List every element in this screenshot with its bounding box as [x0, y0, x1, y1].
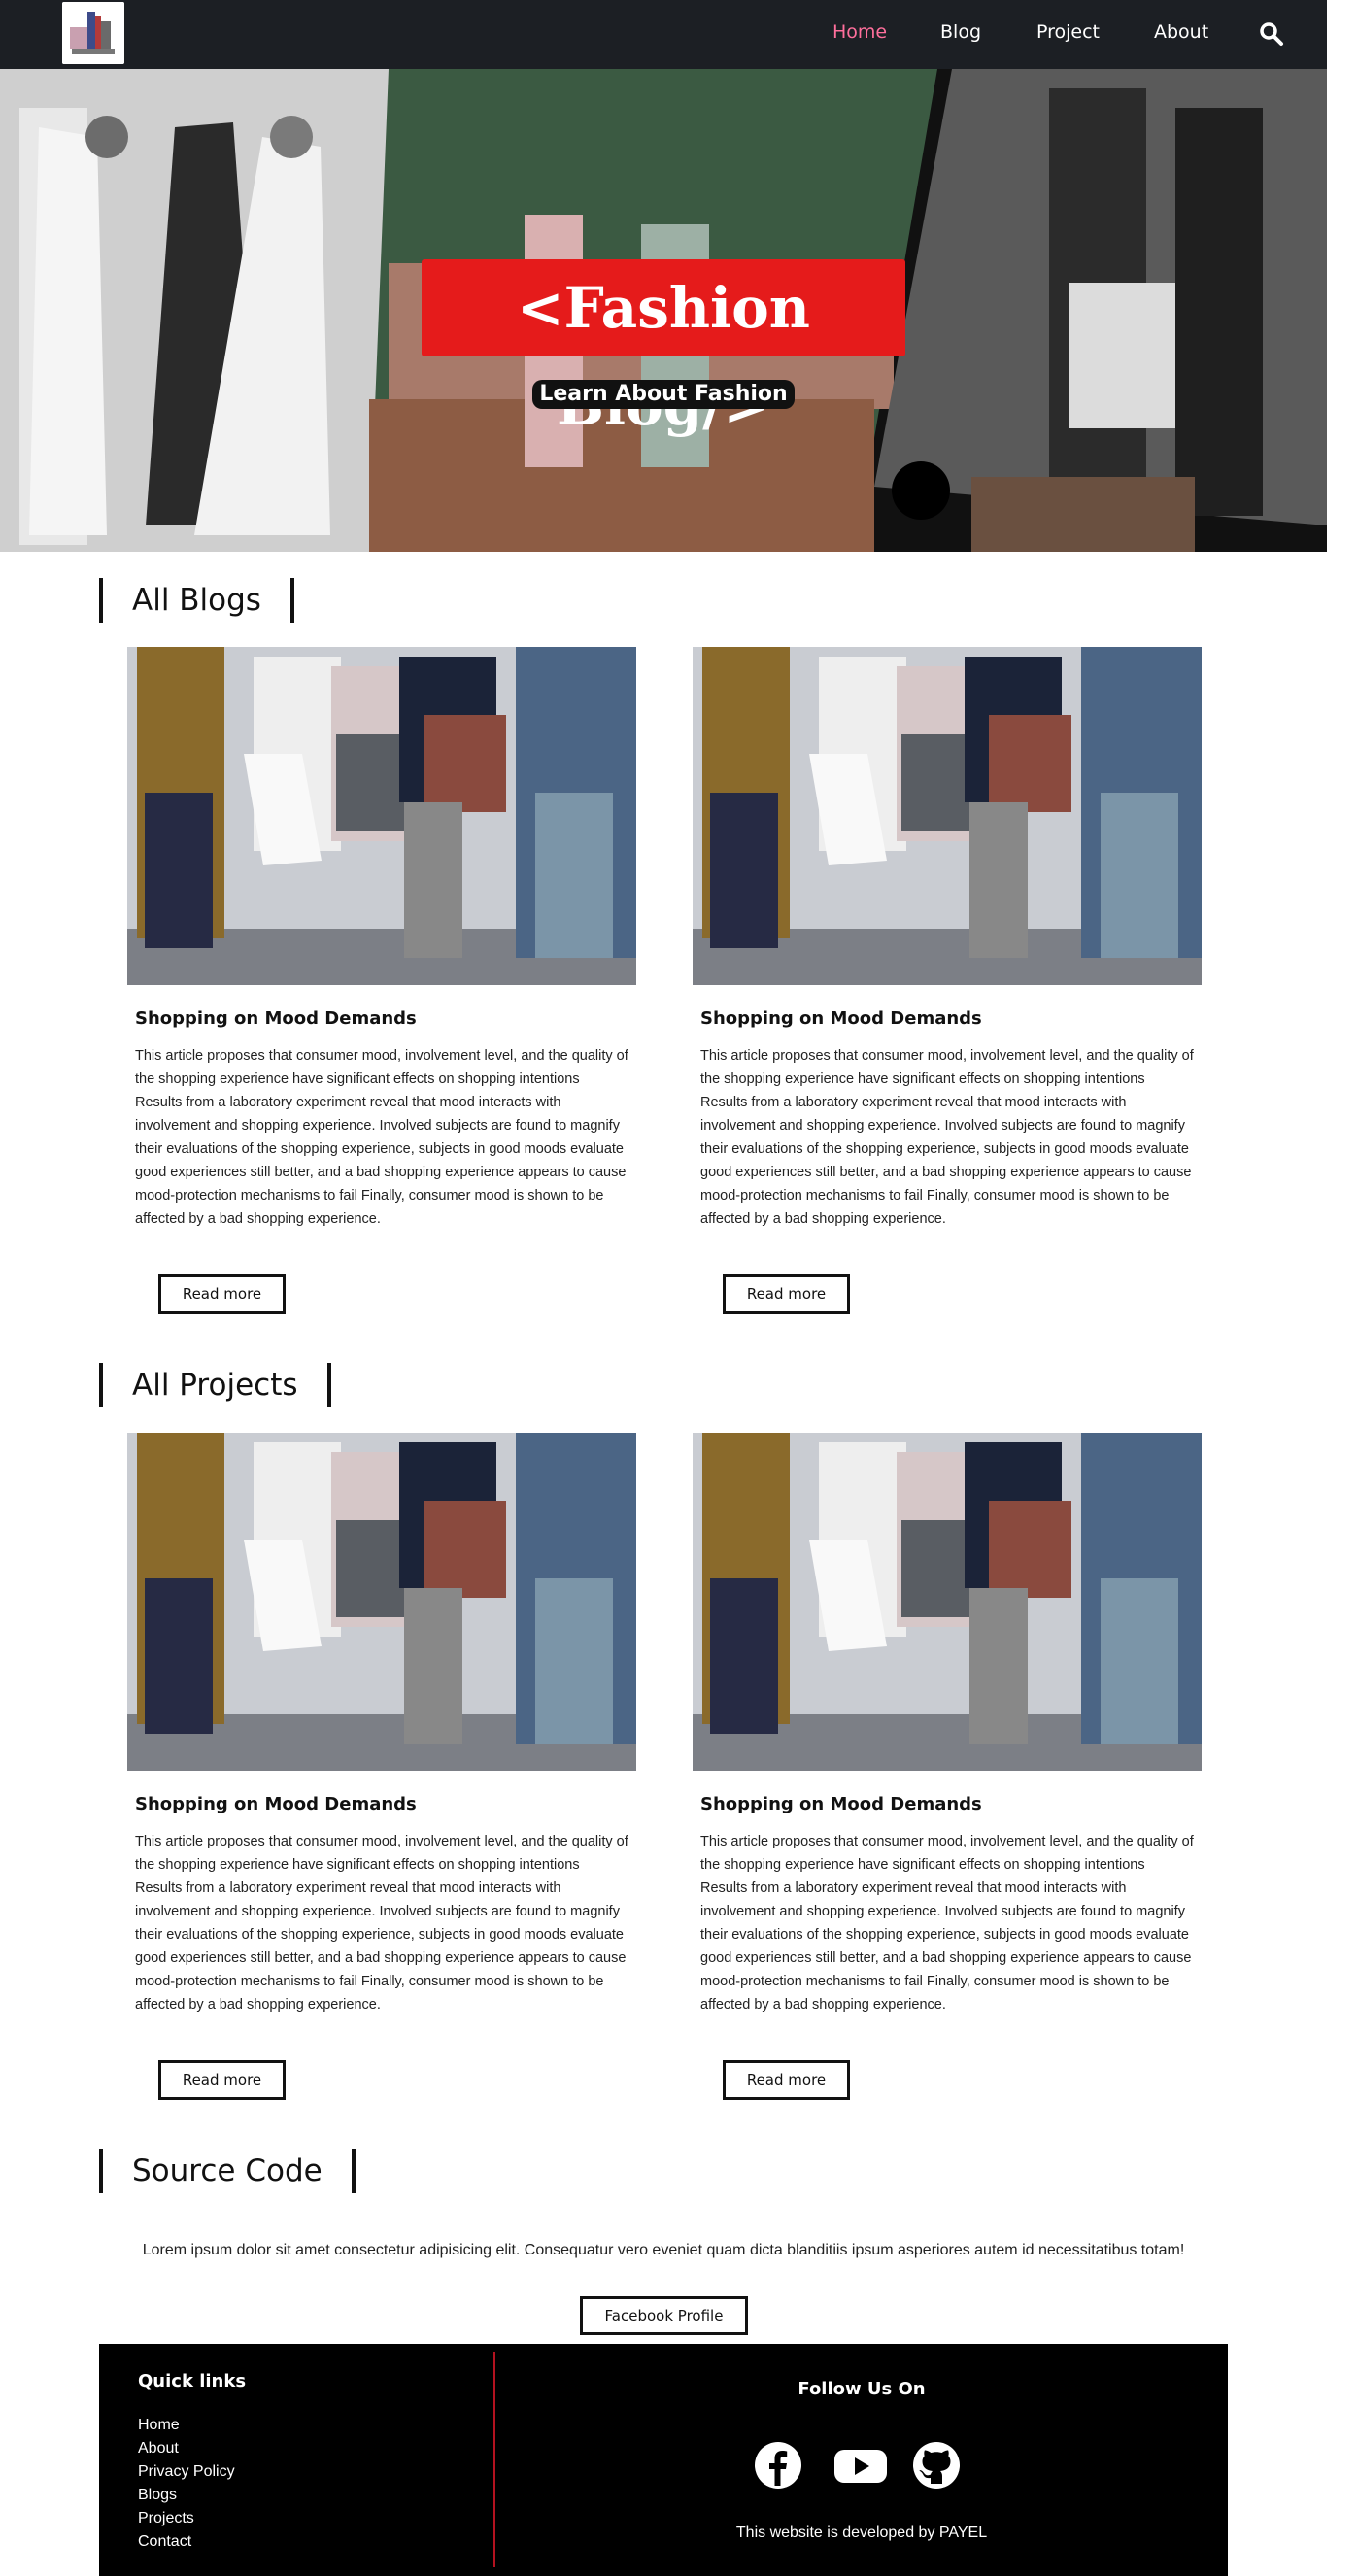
source-description: Lorem ipsum dolor sit amet consectetur a… — [142, 2242, 1185, 2258]
card-body: This article proposes that consumer mood… — [700, 1048, 1194, 1227]
project-card: Shopping on Mood Demands This article pr… — [127, 1433, 636, 2017]
top-navbar: Home Blog Project About — [0, 0, 1327, 69]
nav-about[interactable]: About — [1154, 21, 1208, 43]
footer-credit: This website is developed by PAYEL — [735, 2525, 988, 2541]
card-title: Shopping on Mood Demands — [700, 1794, 982, 1814]
read-more-button[interactable]: Read more — [723, 1274, 850, 1314]
card-body: This article proposes that consumer mood… — [135, 1834, 628, 2013]
card-body: This article proposes that consumer mood… — [700, 1834, 1194, 2013]
blog-card: Shopping on Mood Demands This article pr… — [127, 647, 636, 1231]
hero-title: <Fashion Blog/> — [422, 259, 905, 438]
footer-link-about[interactable]: About — [138, 2437, 235, 2460]
shopping-image — [127, 647, 636, 985]
quick-links-title: Quick links — [138, 2371, 247, 2391]
card-title: Shopping on Mood Demands — [135, 1008, 417, 1029]
shopping-image — [127, 1433, 636, 1771]
youtube-icon[interactable] — [833, 2441, 888, 2490]
project-card: Shopping on Mood Demands This article pr… — [693, 1433, 1202, 2017]
shopping-image — [693, 647, 1202, 985]
nav-project[interactable]: Project — [1036, 21, 1100, 43]
shopping-image — [693, 1433, 1202, 1771]
section-heading-blogs: All Blogs — [99, 578, 294, 623]
follow-title: Follow Us On — [798, 2379, 926, 2399]
blog-card: Shopping on Mood Demands This article pr… — [693, 647, 1202, 1231]
search-icon[interactable] — [1259, 21, 1284, 47]
hero-subtitle: Learn About Fashion — [532, 380, 795, 409]
github-icon[interactable] — [912, 2441, 961, 2490]
section-heading-source-code: Source Code — [99, 2149, 356, 2193]
footer-link-blogs[interactable]: Blogs — [138, 2484, 235, 2507]
card-title: Shopping on Mood Demands — [700, 1008, 982, 1029]
facebook-icon[interactable] — [754, 2441, 802, 2490]
site-logo[interactable] — [62, 2, 124, 64]
read-more-button[interactable]: Read more — [158, 2060, 286, 2100]
read-more-button[interactable]: Read more — [723, 2060, 850, 2100]
section-heading-projects: All Projects — [99, 1363, 331, 1407]
card-body: This article proposes that consumer mood… — [135, 1048, 628, 1227]
nav-blog[interactable]: Blog — [940, 21, 981, 43]
footer-link-contact[interactable]: Contact — [138, 2530, 235, 2554]
footer: Quick links Home About Privacy Policy Bl… — [99, 2344, 1228, 2576]
footer-link-privacy[interactable]: Privacy Policy — [138, 2460, 235, 2484]
facebook-profile-button[interactable]: Facebook Profile — [580, 2296, 748, 2335]
footer-link-projects[interactable]: Projects — [138, 2507, 235, 2530]
card-title: Shopping on Mood Demands — [135, 1794, 417, 1814]
hero-banner: <Fashion Blog/> Learn About Fashion — [0, 69, 1327, 552]
nav-home[interactable]: Home — [832, 21, 887, 43]
quick-links-list: Home About Privacy Policy Blogs Projects… — [138, 2414, 235, 2554]
footer-link-home[interactable]: Home — [138, 2414, 235, 2437]
read-more-button[interactable]: Read more — [158, 1274, 286, 1314]
